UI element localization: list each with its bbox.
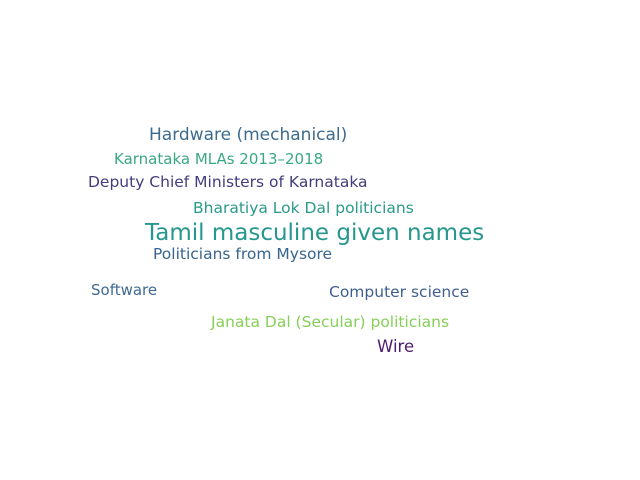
- word-tamil-masculine-given-names: Tamil masculine given names: [145, 220, 485, 246]
- word-deputy-chief-ministers: Deputy Chief Ministers of Karnataka: [88, 173, 368, 191]
- word-wire: Wire: [377, 337, 415, 356]
- word-hardware-mechanical: Hardware (mechanical): [149, 125, 348, 145]
- word-bharatiya-lok-dal: Bharatiya Lok Dal politicians: [193, 199, 414, 217]
- word-karnataka-mlas: Karnataka MLAs 2013–2018: [114, 150, 324, 168]
- word-cloud: Hardware (mechanical) Karnataka MLAs 201…: [0, 0, 640, 480]
- word-software: Software: [91, 281, 158, 299]
- word-politicians-from-mysore: Politicians from Mysore: [153, 245, 333, 263]
- word-computer-science: Computer science: [329, 283, 470, 301]
- word-janata-dal-secular: Janata Dal (Secular) politicians: [211, 313, 450, 331]
